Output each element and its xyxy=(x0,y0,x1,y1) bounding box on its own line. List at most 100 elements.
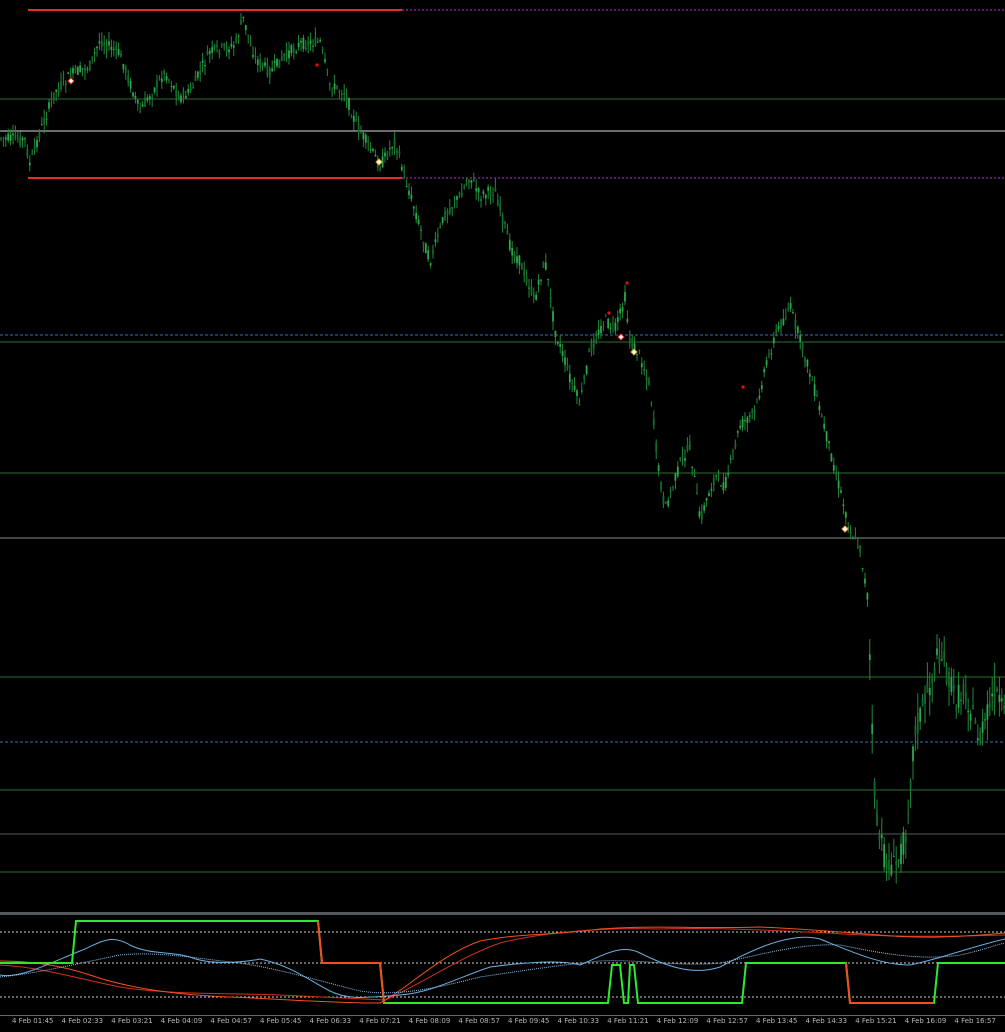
candle-body xyxy=(468,179,470,184)
candle-body xyxy=(16,138,19,141)
candle-body xyxy=(201,60,204,63)
candle-body xyxy=(487,186,490,191)
candle-body xyxy=(691,466,694,468)
candle-body xyxy=(184,95,187,99)
candle-body xyxy=(501,214,504,224)
candle-body xyxy=(204,65,206,67)
candle-body xyxy=(710,488,713,491)
candle-body xyxy=(453,204,456,206)
candle-body xyxy=(472,179,475,181)
candle-body xyxy=(885,860,888,869)
candle-body xyxy=(367,140,370,143)
candle-body xyxy=(864,578,866,584)
candle-body xyxy=(955,707,958,710)
candle-body xyxy=(789,303,792,309)
candle-body xyxy=(324,59,326,63)
candle-body xyxy=(242,16,245,19)
candle-body xyxy=(938,655,941,665)
diamond-icon[interactable] xyxy=(841,525,849,533)
candle-body xyxy=(626,318,629,322)
candle-body xyxy=(67,72,70,75)
candle-body xyxy=(14,134,17,139)
candle-body xyxy=(928,687,931,696)
candle-body xyxy=(412,206,415,209)
candle-body xyxy=(835,474,838,476)
candle-body xyxy=(559,343,562,347)
candle-body xyxy=(108,41,110,46)
candle-body xyxy=(566,365,569,369)
candle-body xyxy=(50,98,53,101)
candle-body xyxy=(804,357,806,362)
candle-body xyxy=(261,63,264,67)
candle-body xyxy=(79,65,82,72)
candle-body xyxy=(950,677,953,692)
horizontal-levels xyxy=(0,9,1005,873)
candlestick-series xyxy=(0,12,1005,884)
candle-body xyxy=(391,147,394,149)
candle-body xyxy=(160,78,163,83)
candle-body xyxy=(914,725,917,735)
candle-body xyxy=(873,781,876,797)
diamond-icon[interactable] xyxy=(617,333,625,341)
candle-body xyxy=(945,665,948,684)
candle-body xyxy=(784,316,787,318)
candle-body xyxy=(40,124,43,126)
candle-body xyxy=(254,55,257,58)
candle-body xyxy=(712,477,715,486)
candle-body xyxy=(364,134,367,143)
candle-body xyxy=(285,49,288,56)
candle-body xyxy=(340,93,343,96)
candle-body xyxy=(100,40,103,47)
candle-body xyxy=(532,292,535,298)
candle-body xyxy=(880,834,883,839)
candle-body xyxy=(753,410,756,413)
candle-body xyxy=(588,350,590,352)
candle-body xyxy=(708,492,710,497)
candle-body xyxy=(811,379,814,381)
candle-body xyxy=(645,376,648,382)
candle-body xyxy=(482,191,485,195)
candle-body xyxy=(552,311,554,322)
candle-body xyxy=(420,229,422,231)
candle-body xyxy=(240,20,242,25)
oscillator-panel[interactable] xyxy=(0,915,1005,1015)
candle-body xyxy=(765,360,768,366)
candle-body xyxy=(446,210,449,214)
candle-body xyxy=(189,87,192,92)
candle-body xyxy=(43,118,46,124)
candle-body xyxy=(228,49,230,53)
candle-body xyxy=(103,42,106,46)
candle-body xyxy=(316,41,319,43)
candle-body xyxy=(295,51,298,53)
candle-body xyxy=(801,343,804,352)
candle-body xyxy=(616,317,619,322)
time-axis-label: 4 Feb 05:45 xyxy=(260,1017,302,1025)
candle-body xyxy=(837,480,840,489)
diamond-icon[interactable] xyxy=(67,77,75,85)
candle-body xyxy=(739,425,742,428)
candle-body xyxy=(878,835,881,840)
candle-body xyxy=(132,92,134,97)
candle-body xyxy=(115,45,118,50)
candle-body xyxy=(338,91,341,93)
candle-body xyxy=(768,354,770,356)
candle-body xyxy=(792,311,794,313)
candle-body xyxy=(480,199,482,201)
candle-body xyxy=(667,500,670,506)
candle-body xyxy=(280,56,283,61)
price-chart[interactable] xyxy=(0,0,1005,912)
candle-body xyxy=(583,375,586,380)
candle-body xyxy=(571,382,574,385)
candle-body xyxy=(580,390,583,392)
candle-body xyxy=(429,263,432,266)
candle-body xyxy=(960,699,962,701)
candle-body xyxy=(268,68,271,78)
candle-body xyxy=(943,651,946,660)
candle-body xyxy=(57,87,60,93)
candle-body xyxy=(218,50,221,56)
candle-body xyxy=(516,256,518,264)
candle-body xyxy=(986,704,989,720)
time-axis-label: 4 Feb 06:33 xyxy=(309,1017,352,1025)
candle-body xyxy=(967,710,970,713)
candle-body xyxy=(876,812,878,826)
